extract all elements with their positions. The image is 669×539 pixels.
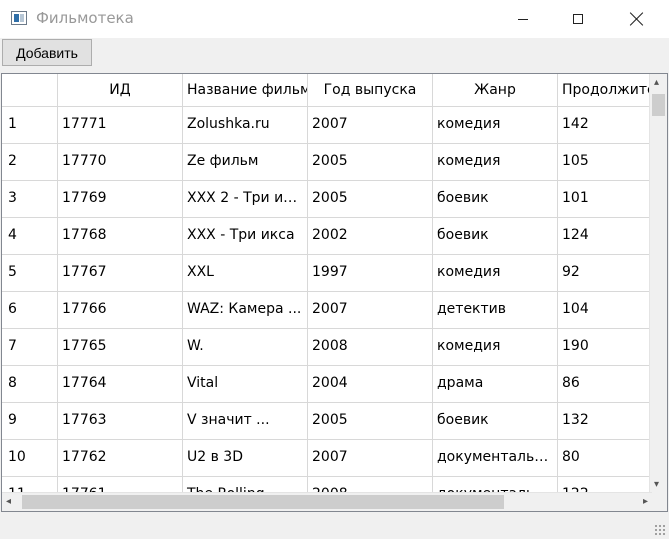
table-row[interactable]: 10 17762 U2 в 3D 2007 документальный 80 (2, 439, 650, 477)
cell-title[interactable]: XXX - Три икса (183, 217, 308, 254)
cell-duration[interactable]: 124 (558, 217, 650, 254)
scroll-right-icon[interactable]: ▸ (643, 497, 648, 507)
minimize-button[interactable] (500, 0, 546, 38)
table-row[interactable]: 4 17768 XXX - Три икса 2002 боевик 124 (2, 217, 650, 255)
column-header-genre[interactable]: Жанр (433, 74, 558, 106)
title-bar: Фильмотека (0, 0, 669, 38)
cell-genre[interactable]: боевик (433, 180, 558, 217)
table-row[interactable]: 2 17770 Ze фильм 2005 комедия 105 (2, 143, 650, 181)
row-number[interactable]: 7 (2, 328, 58, 365)
cell-duration[interactable]: 132 (558, 402, 650, 439)
cell-id[interactable]: 17765 (58, 328, 183, 365)
cell-genre[interactable]: документальный (433, 439, 558, 476)
table-row[interactable]: 1 17771 Zolushka.ru 2007 комедия 142 (2, 106, 650, 144)
cell-id[interactable]: 17767 (58, 254, 183, 291)
row-number[interactable]: 6 (2, 291, 58, 328)
scroll-left-icon[interactable]: ◂ (6, 497, 11, 507)
cell-duration[interactable]: 190 (558, 328, 650, 365)
scroll-up-icon[interactable]: ▴ (654, 78, 659, 88)
table-row[interactable]: 3 17769 XXX 2 - Три икс... 2005 боевик 101 (2, 180, 650, 218)
cell-duration[interactable]: 92 (558, 254, 650, 291)
cell-duration[interactable]: 104 (558, 291, 650, 328)
table-header: ИД Название фильма Год выпуска Жанр Прод… (2, 74, 650, 107)
close-button[interactable] (614, 0, 660, 38)
cell-year[interactable]: 2005 (308, 402, 433, 439)
cell-duration[interactable]: 86 (558, 365, 650, 402)
scrollbar-corner (650, 493, 667, 511)
cell-duration[interactable]: 142 (558, 106, 650, 143)
cell-title[interactable]: XXX 2 - Три икс... (183, 180, 308, 217)
scroll-down-icon[interactable]: ▾ (654, 480, 659, 490)
row-header-corner (2, 74, 58, 106)
row-number[interactable]: 2 (2, 143, 58, 180)
cell-duration[interactable]: 80 (558, 439, 650, 476)
close-icon (630, 12, 644, 26)
maximize-button[interactable] (555, 0, 601, 38)
cell-genre[interactable]: комедия (433, 254, 558, 291)
cell-id[interactable]: 17763 (58, 402, 183, 439)
cell-year[interactable]: 2007 (308, 439, 433, 476)
status-bar (0, 512, 669, 539)
column-header-id[interactable]: ИД (58, 74, 183, 106)
table-row[interactable]: 9 17763 V значит ... 2005 боевик 132 (2, 402, 650, 440)
cell-genre[interactable]: комедия (433, 328, 558, 365)
cell-id[interactable]: 17769 (58, 180, 183, 217)
cell-genre[interactable]: комедия (433, 106, 558, 143)
window-title: Фильмотека (36, 9, 134, 27)
column-header-year[interactable]: Год выпуска (308, 74, 433, 106)
table-row[interactable]: 6 17766 WAZ: Камера ... 2007 детектив 104 (2, 291, 650, 329)
row-number[interactable]: 10 (2, 439, 58, 476)
horizontal-scrollbar[interactable]: ◂ ▸ (2, 492, 652, 511)
row-number[interactable]: 8 (2, 365, 58, 402)
resize-grip-icon[interactable] (654, 524, 666, 536)
cell-year[interactable]: 2005 (308, 143, 433, 180)
cell-title[interactable]: Ze фильм (183, 143, 308, 180)
minimize-icon (518, 18, 528, 20)
row-number[interactable]: 9 (2, 402, 58, 439)
cell-title[interactable]: U2 в 3D (183, 439, 308, 476)
cell-id[interactable]: 17768 (58, 217, 183, 254)
table-row[interactable]: 8 17764 Vital 2004 драма 86 (2, 365, 650, 403)
cell-title[interactable]: XXL (183, 254, 308, 291)
cell-duration[interactable]: 101 (558, 180, 650, 217)
table-row[interactable]: 5 17767 XXL 1997 комедия 92 (2, 254, 650, 292)
row-number[interactable]: 4 (2, 217, 58, 254)
cell-title[interactable]: V значит ... (183, 402, 308, 439)
cell-genre[interactable]: боевик (433, 217, 558, 254)
row-number[interactable]: 5 (2, 254, 58, 291)
movies-table[interactable]: ИД Название фильма Год выпуска Жанр Прод… (1, 73, 668, 512)
cell-year[interactable]: 2002 (308, 217, 433, 254)
cell-id[interactable]: 17766 (58, 291, 183, 328)
vertical-scroll-thumb[interactable] (652, 94, 665, 116)
column-header-duration[interactable]: Продолжительность (558, 74, 650, 106)
cell-genre[interactable]: детектив (433, 291, 558, 328)
maximize-icon (573, 14, 583, 24)
cell-title[interactable]: Vital (183, 365, 308, 402)
cell-genre[interactable]: комедия (433, 143, 558, 180)
cell-genre[interactable]: боевик (433, 402, 558, 439)
row-number[interactable]: 3 (2, 180, 58, 217)
cell-title[interactable]: WAZ: Камера ... (183, 291, 308, 328)
row-number[interactable]: 1 (2, 106, 58, 143)
add-button[interactable]: Добавить (2, 39, 92, 66)
cell-id[interactable]: 17764 (58, 365, 183, 402)
cell-year[interactable]: 1997 (308, 254, 433, 291)
column-header-title[interactable]: Название фильма (183, 74, 308, 106)
cell-id[interactable]: 17762 (58, 439, 183, 476)
cell-year[interactable]: 2007 (308, 291, 433, 328)
cell-genre[interactable]: драма (433, 365, 558, 402)
cell-id[interactable]: 17770 (58, 143, 183, 180)
cell-year[interactable]: 2008 (308, 328, 433, 365)
table-row[interactable]: 7 17765 W. 2008 комедия 190 (2, 328, 650, 366)
film-library-icon (11, 11, 27, 25)
cell-title[interactable]: Zolushka.ru (183, 106, 308, 143)
cell-year[interactable]: 2004 (308, 365, 433, 402)
cell-year[interactable]: 2005 (308, 180, 433, 217)
cell-year[interactable]: 2007 (308, 106, 433, 143)
horizontal-scroll-thumb[interactable] (22, 495, 504, 509)
cell-title[interactable]: W. (183, 328, 308, 365)
cell-id[interactable]: 17771 (58, 106, 183, 143)
vertical-scrollbar[interactable]: ▴ ▾ (649, 74, 667, 494)
cell-duration[interactable]: 105 (558, 143, 650, 180)
